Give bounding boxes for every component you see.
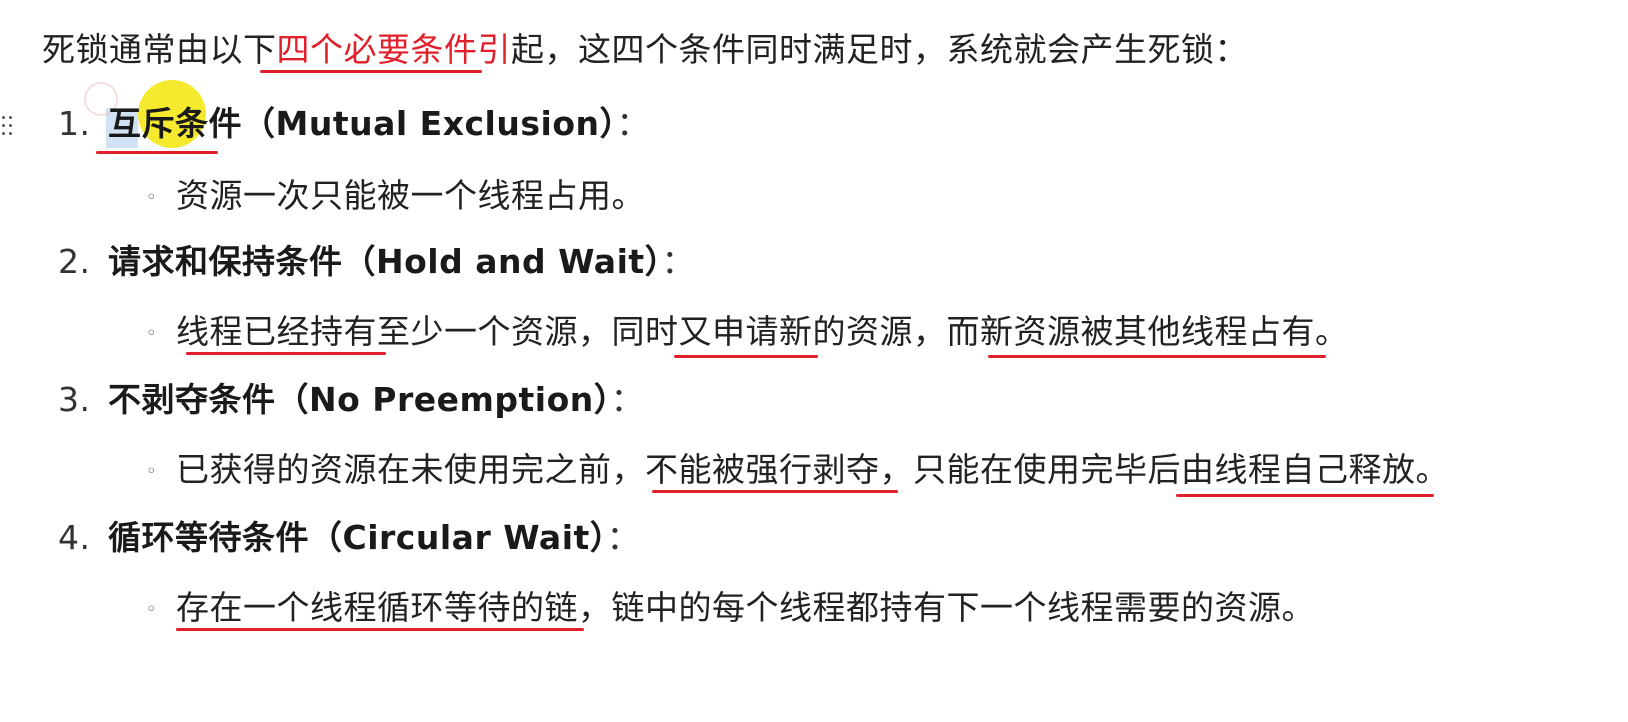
- title-colon: ：: [606, 518, 641, 557]
- list-item-1: 1. 互斥条件（Mutual Exclusion）：: [58, 104, 650, 144]
- intro-text-after: 起，这四个条件同时满足时，系统就会产生死锁：: [511, 30, 1248, 69]
- description-text: 后由线程自己释放。: [1147, 450, 1449, 489]
- intro-text-before: 死锁通常由以下: [42, 30, 277, 69]
- description-text: 又申请新: [678, 312, 813, 351]
- condition-title: 循环等待条件（Circular Wait）: [108, 518, 607, 557]
- description-text: 的资源，而: [812, 312, 980, 351]
- description-text: 只能在使用完毕: [913, 450, 1148, 489]
- annotation-underline: [176, 628, 584, 631]
- list-item-2: 2. 请求和保持条件（Hold and Wait）：: [58, 242, 695, 282]
- description-text: 。: [1315, 312, 1349, 351]
- list-number: 3.: [58, 380, 91, 419]
- list-item-3: 3. 不剥夺条件（No Preemption）：: [58, 380, 644, 420]
- bullet-icon: ◦: [146, 460, 158, 482]
- description-text: 线程已经持有: [176, 312, 377, 351]
- description-text: 新资源被其他线程占有: [980, 312, 1315, 351]
- title-colon: ：: [616, 104, 650, 143]
- annotation-underline: [1176, 494, 1434, 497]
- description-text: 不能被强行剥夺，: [645, 450, 913, 489]
- annotation-underline: [674, 355, 818, 358]
- annotation-underline: [652, 490, 898, 493]
- description-text: ，链中的每个线程都持有下一个线程需要的资源。: [578, 588, 1315, 627]
- drag-handle-icon[interactable]: [0, 112, 16, 140]
- list-number: 4.: [58, 518, 91, 557]
- title-colon: ：: [610, 380, 645, 419]
- condition-title: 互斥条件（Mutual Exclusion）: [108, 104, 617, 143]
- list-item-1-description: ◦ 资源一次只能被一个线程占用。: [146, 176, 645, 218]
- intro-paragraph: 死锁通常由以下四个必要条件引起，这四个条件同时满足时，系统就会产生死锁：: [42, 30, 1248, 70]
- description-text: 已获得的资源在未使用完之前，: [176, 450, 645, 489]
- list-number: 1.: [58, 104, 91, 143]
- condition-title: 不剥夺条件（No Preemption）: [108, 380, 611, 419]
- list-item-4: 4. 循环等待条件（Circular Wait）：: [58, 518, 640, 558]
- list-item-3-description: ◦ 已获得的资源在未使用完之前，不能被强行剥夺，只能在使用完毕后由线程自己释放。: [146, 450, 1449, 492]
- description-text: 至少一个资源，同时: [377, 312, 679, 351]
- bullet-icon: ◦: [146, 186, 158, 208]
- condition-title: 请求和保持条件（Hold and Wait）: [108, 242, 662, 281]
- list-item-2-description: ◦ 线程已经持有至少一个资源，同时又申请新的资源，而新资源被其他线程占有。: [146, 312, 1349, 354]
- annotation-underline: [988, 355, 1326, 358]
- intro-text-highlight: 四个必要条件引: [276, 30, 511, 69]
- annotation-underline: [186, 352, 386, 355]
- description-text: 存在一个线程循环等待的链: [176, 588, 578, 627]
- list-number: 2.: [58, 242, 91, 281]
- annotation-underline: [260, 70, 482, 73]
- description-text: 资源一次只能被一个线程占用。: [176, 176, 645, 215]
- list-item-4-description: ◦ 存在一个线程循环等待的链，链中的每个线程都持有下一个线程需要的资源。: [146, 588, 1315, 630]
- title-colon: ：: [661, 242, 696, 281]
- bullet-icon: ◦: [146, 598, 158, 620]
- bullet-icon: ◦: [146, 322, 158, 344]
- annotation-underline: [96, 151, 218, 154]
